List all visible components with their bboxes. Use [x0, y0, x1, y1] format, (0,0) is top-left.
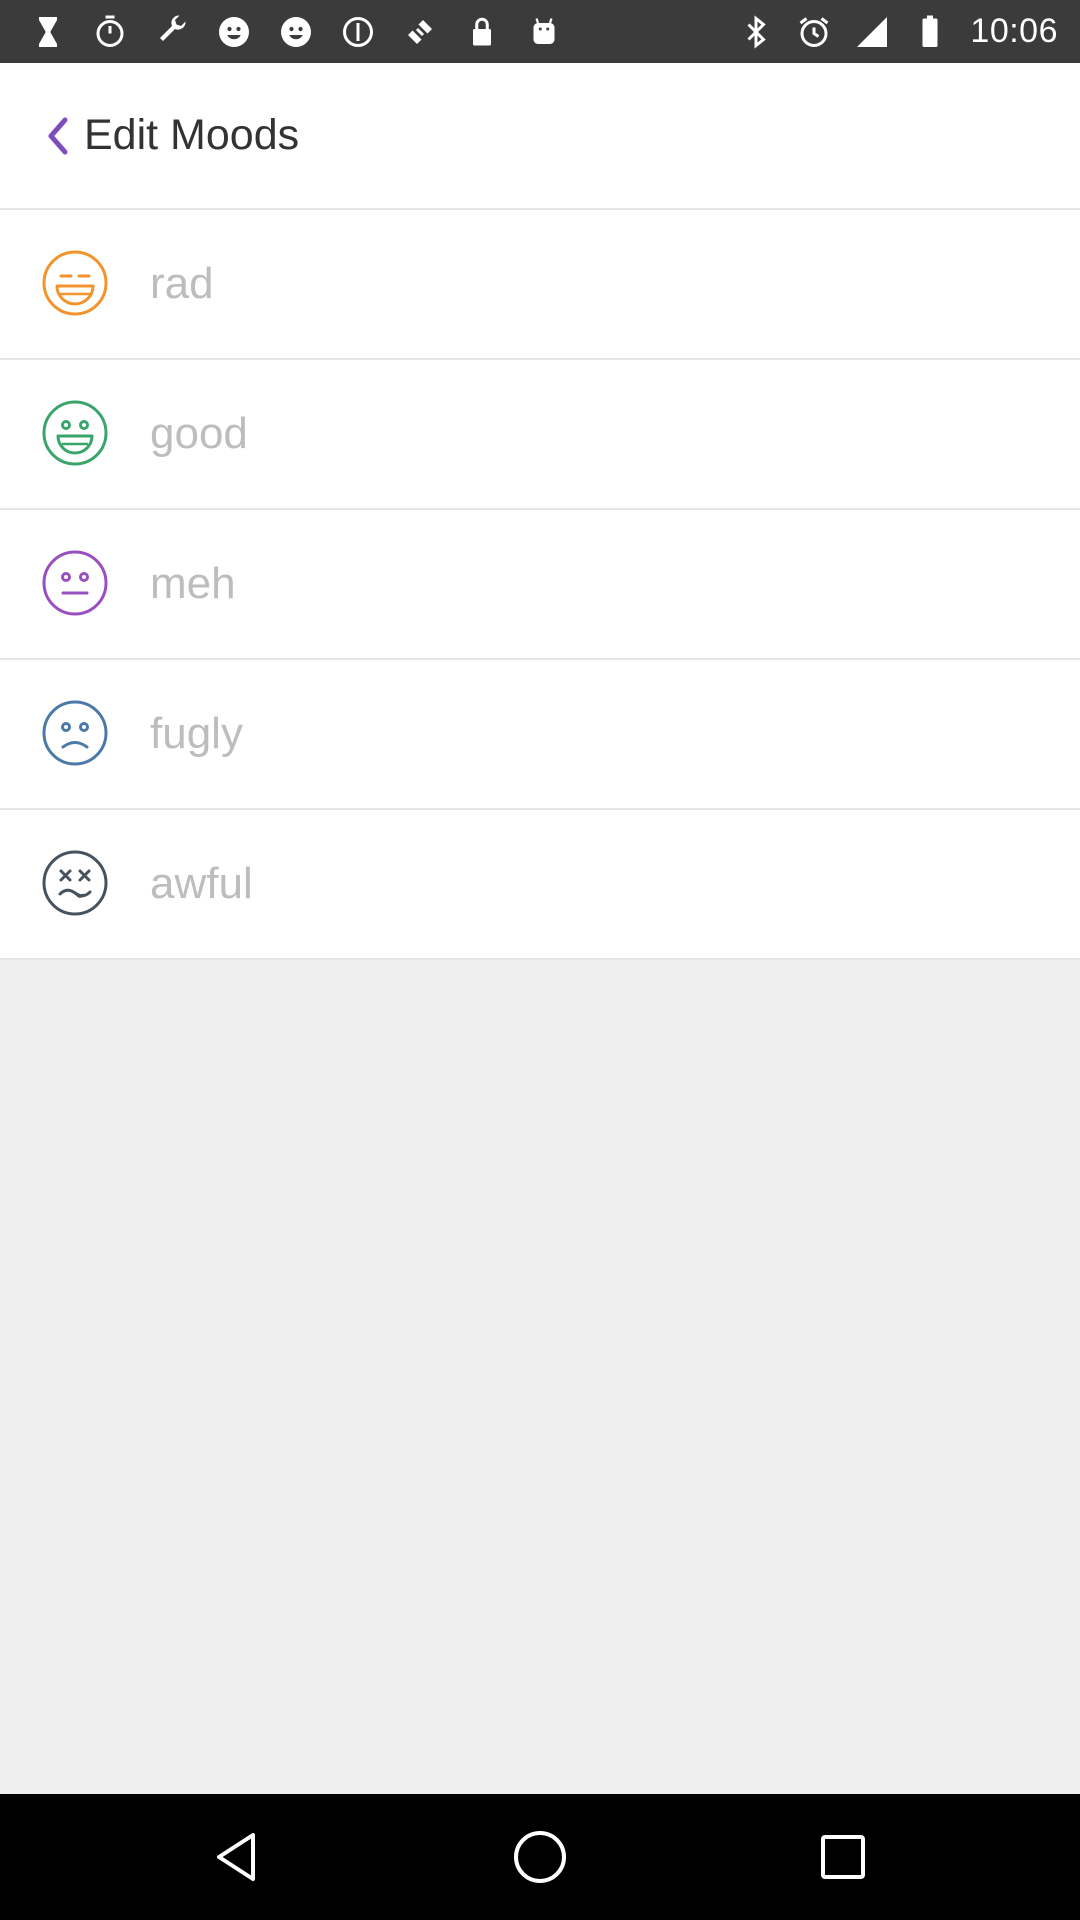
hourglass-icon [30, 14, 66, 50]
recents-icon [821, 1835, 865, 1879]
mood-row-good[interactable]: good [0, 360, 1080, 510]
clock: 10:06 [970, 12, 1058, 50]
page-title: Edit Moods [84, 111, 300, 159]
android-icon [526, 14, 562, 50]
mood-label[interactable]: good [150, 360, 248, 508]
back-icon [217, 1833, 255, 1881]
awful-face-icon [42, 850, 108, 916]
mood-label[interactable]: rad [150, 210, 214, 358]
chevron-left-icon [48, 117, 68, 154]
nav-recents-button[interactable] [813, 1827, 873, 1887]
signal-icon [854, 14, 890, 50]
smiley-icon [216, 14, 252, 50]
mood-list: rad good meh fugly awful [0, 210, 1080, 960]
mood-label[interactable]: meh [150, 510, 236, 658]
mood-row-fugly[interactable]: fugly [0, 660, 1080, 810]
lock-icon [464, 14, 500, 50]
fake-gps-icon [402, 14, 438, 50]
nav-back-button[interactable] [207, 1827, 267, 1887]
back-button[interactable] [36, 106, 80, 166]
nav-home-button[interactable] [510, 1827, 570, 1887]
app-bar: Edit Moods [0, 63, 1080, 210]
rad-face-icon [42, 250, 108, 316]
mood-row-meh[interactable]: meh [0, 510, 1080, 660]
wrench-icon [154, 14, 190, 50]
bluetooth-icon [738, 14, 774, 50]
mood-label[interactable]: fugly [150, 660, 243, 808]
home-icon [514, 1831, 566, 1883]
mood-label[interactable]: awful [150, 810, 253, 958]
status-bar: 10:06 [0, 0, 1080, 63]
fugly-face-icon [42, 700, 108, 766]
alarm-icon [796, 14, 832, 50]
battery-icon [912, 14, 948, 50]
timer-icon [92, 14, 128, 50]
good-face-icon [42, 400, 108, 466]
notification-icons [0, 14, 562, 50]
mood-row-awful[interactable]: awful [0, 810, 1080, 960]
info-icon [340, 14, 376, 50]
smiley-icon [278, 14, 314, 50]
navigation-bar [0, 1794, 1080, 1920]
meh-face-icon [42, 550, 108, 616]
system-status: 10:06 [738, 0, 1058, 63]
mood-row-rad[interactable]: rad [0, 210, 1080, 360]
